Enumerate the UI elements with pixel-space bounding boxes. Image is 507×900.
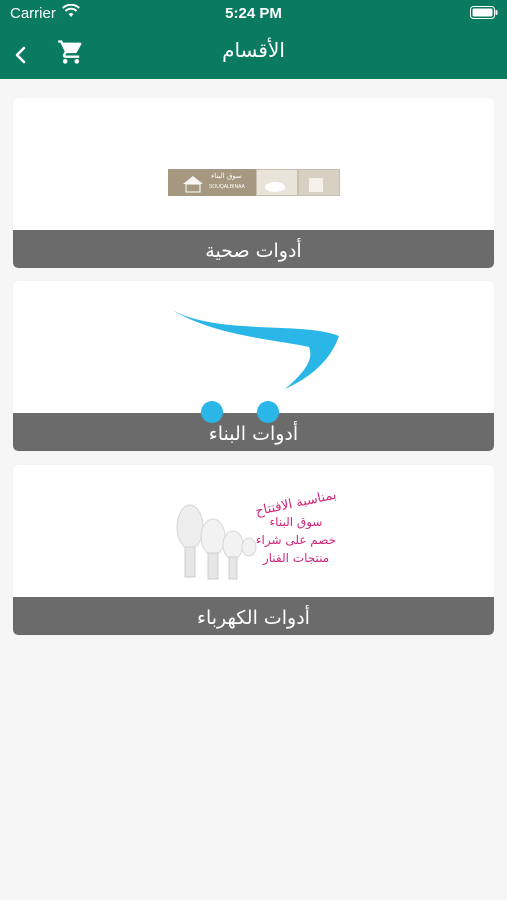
promo-line: خصم على شراء [255, 533, 337, 547]
promo-text: بمناسبة الافتتاح سوق البناء خصم على شراء… [241, 488, 351, 567]
category-image-electrical: بمناسبة الافتتاح سوق البناء خصم على شراء… [13, 465, 494, 597]
category-label-building: أدوات البناء [208, 423, 299, 445]
banner-subtext: SOUQALBINAA [209, 184, 245, 190]
page-title: الأقسام [222, 38, 285, 62]
banner-text: سوق البناء [211, 172, 242, 180]
status-bar: Carrier 5:24 PM [0, 0, 507, 26]
status-time: 5:24 PM [225, 5, 282, 22]
navigation-bar: الأقسام [0, 26, 507, 79]
category-card-electrical[interactable]: بمناسبة الافتتاح سوق البناء خصم على شراء… [13, 465, 494, 635]
battery-icon [470, 6, 498, 24]
category-label-electrical: أدوات الكهرباء [197, 607, 310, 629]
category-label-sanitary: أدوات صحية [205, 240, 302, 262]
category-card-building[interactable]: أدوات البناء [13, 281, 494, 451]
category-card-sanitary[interactable]: سوق البناء SOUQALBINAA أدوات صحية [13, 98, 494, 268]
category-image-sanitary: سوق البناء SOUQALBINAA [13, 98, 494, 230]
promo-line: منتجات الفنار [262, 551, 330, 565]
